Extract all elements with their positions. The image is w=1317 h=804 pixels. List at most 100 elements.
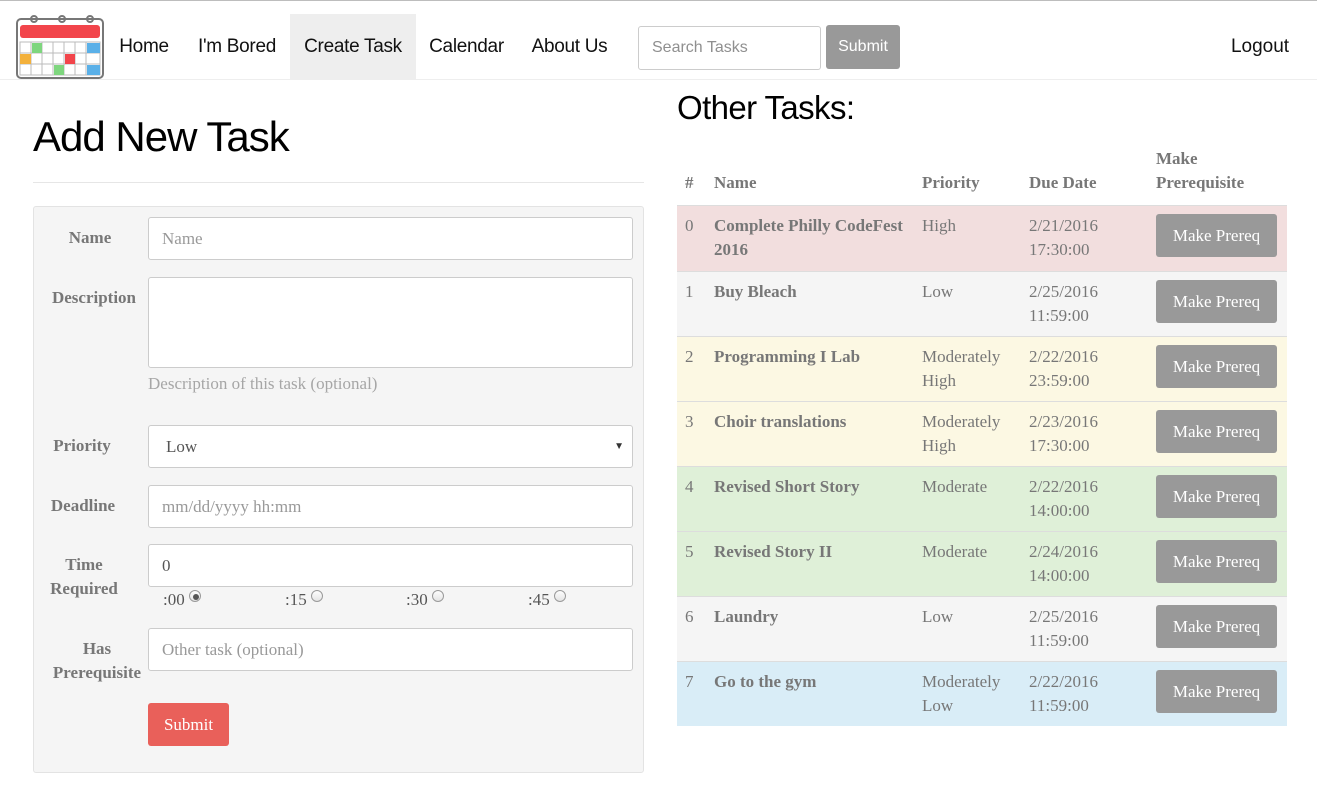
radio-button-icon[interactable] [431, 590, 444, 602]
name-label: Name [68, 228, 112, 247]
due-date-time: 11:59:00 [1029, 631, 1089, 650]
task-number: 0 [685, 216, 694, 235]
task-number: 5 [685, 542, 694, 561]
due-date-day: 2/22/2016 [1029, 347, 1098, 366]
task-name: Buy Bleach [714, 282, 797, 301]
due-date-day: 2/25/2016 [1029, 282, 1098, 301]
task-due-date: 2/24/2016 14:00:00 [1029, 540, 1149, 588]
radio-button-icon[interactable] [188, 590, 201, 602]
task-number: 1 [685, 282, 694, 301]
due-date-time: 17:30:00 [1029, 240, 1090, 259]
name-input[interactable] [148, 217, 633, 260]
due-date-day: 2/24/2016 [1029, 542, 1098, 561]
task-number: 4 [685, 477, 694, 496]
header-num: # [685, 173, 694, 192]
task-priority: High [922, 216, 956, 235]
task-priority: Low [922, 282, 954, 301]
search-submit-button[interactable]: Submit [826, 25, 900, 69]
task-due-date: 2/22/2016 23:59:00 [1029, 345, 1149, 393]
header-priority: Priority [922, 173, 980, 192]
priority-select[interactable]: Low ▼ [148, 425, 633, 468]
table-row: 0 Complete Philly CodeFest 2016 High 2/21/2… [677, 206, 1287, 271]
radio-label-45: :45 [528, 590, 550, 609]
navbar: Home I'm Bored Create Task Calendar Abou… [0, 0, 1317, 80]
make-prereq-button[interactable]: Make Prereq [1156, 670, 1277, 713]
make-prereq-button[interactable]: Make Prereq [1156, 475, 1277, 518]
task-due-date: 2/21/2016 17:30:00 [1029, 214, 1149, 262]
task-priority: Moderate [922, 542, 988, 561]
description-help-text: Description of this task (optional) [148, 374, 378, 393]
search-input[interactable] [638, 26, 821, 70]
time-label-line-2: Required [50, 579, 118, 598]
table-row: 5 Revised Story II Moderate 2/24/2016 14:00:… [677, 531, 1287, 596]
radio-label-30: :30 [406, 590, 428, 609]
radio-button-icon[interactable] [553, 590, 566, 602]
due-date-time: 11:59:00 [1029, 696, 1089, 715]
nav-im-bored[interactable]: I'm Bored [186, 14, 288, 79]
has-prerequisite-label: Has Prerequisite [42, 637, 152, 685]
priority-selected-value: Low [166, 437, 198, 456]
table-row: 4 Revised Short Story Moderate 2/22/2016 14:… [677, 466, 1287, 531]
radio-30[interactable]: :30 [406, 590, 444, 610]
table-row: 2 Programming I Lab Moderately High 2/22/20… [677, 336, 1287, 401]
table-row: 1 Buy Bleach Low 2/25/2016 11:59:00 Make Prer… [677, 271, 1287, 336]
make-prereq-button[interactable]: Make Prereq [1156, 280, 1277, 323]
nav-home[interactable]: Home [110, 14, 178, 79]
radio-45[interactable]: :45 [528, 590, 566, 610]
other-tasks-title: Other Tasks: [677, 89, 855, 126]
prerequisite-input[interactable] [148, 628, 633, 671]
task-due-date: 2/23/2016 17:30:00 [1029, 410, 1149, 458]
time-required-input[interactable] [148, 544, 633, 587]
nav-create-task[interactable]: Create Task [290, 14, 416, 79]
task-name: Laundry [714, 607, 779, 626]
make-prereq-button[interactable]: Make Prereq [1156, 214, 1277, 257]
prereq-label-line-2: Prerequisite [52, 663, 142, 682]
task-name: Revised Short Story [714, 477, 860, 496]
table-row: 6 Laundry Low 2/25/2016 11:59:00 Make Prereq [677, 596, 1287, 661]
description-label: Description [51, 288, 137, 307]
task-priority: Low [922, 607, 954, 626]
submit-task-button[interactable]: Submit [148, 703, 229, 746]
make-prereq-button[interactable]: Make Prereq [1156, 605, 1277, 648]
radio-label-15: :15 [285, 590, 307, 609]
task-due-date: 2/25/2016 11:59:00 [1029, 280, 1149, 328]
header-prereq-line-1: Make [1156, 149, 1198, 168]
nav-logout[interactable]: Logout [1220, 14, 1300, 79]
deadline-label: Deadline [50, 496, 116, 515]
task-number: 7 [685, 672, 694, 691]
time-required-label: Time Required [44, 553, 124, 601]
header-name: Name [714, 173, 757, 192]
task-priority: Moderately Low [922, 672, 1001, 715]
header-due-date: Due Date [1029, 173, 1097, 192]
task-name: Revised Story II [714, 542, 833, 561]
due-date-time: 11:59:00 [1029, 306, 1089, 325]
prereq-label-line-1: Has [82, 639, 112, 658]
task-name: Go to the gym [714, 672, 817, 691]
due-date-day: 2/25/2016 [1029, 607, 1098, 626]
radio-15[interactable]: :15 [285, 590, 323, 610]
due-date-day: 2/23/2016 [1029, 412, 1098, 431]
make-prereq-button[interactable]: Make Prereq [1156, 410, 1277, 453]
radio-button-icon[interactable] [310, 590, 323, 602]
make-prereq-button[interactable]: Make Prereq [1156, 345, 1277, 388]
task-name: Complete Philly CodeFest 2016 [714, 216, 903, 259]
time-label-line-1: Time [65, 555, 103, 574]
due-date-day: 2/21/2016 [1029, 216, 1098, 235]
deadline-input[interactable] [148, 485, 633, 528]
task-name: Programming I Lab [714, 347, 861, 366]
nav-about-us[interactable]: About Us [522, 14, 617, 79]
task-number: 3 [685, 412, 694, 431]
due-date-day: 2/22/2016 [1029, 672, 1098, 691]
nav-calendar[interactable]: Calendar [420, 14, 513, 79]
task-due-date: 2/22/2016 11:59:00 [1029, 670, 1149, 718]
calendar-logo-icon[interactable] [16, 14, 104, 80]
header-make-prerequisite: Make Prerequisite [1156, 147, 1244, 195]
table-row: 3 Choir translations Moderately High 2/23/2… [677, 401, 1287, 466]
task-priority: Moderately High [922, 412, 1001, 455]
description-textarea[interactable] [148, 277, 633, 368]
make-prereq-button[interactable]: Make Prereq [1156, 540, 1277, 583]
due-date-time: 17:30:00 [1029, 436, 1090, 455]
due-date-time: 14:00:00 [1029, 501, 1090, 520]
task-number: 2 [685, 347, 694, 366]
radio-00[interactable]: :00 [163, 590, 201, 610]
